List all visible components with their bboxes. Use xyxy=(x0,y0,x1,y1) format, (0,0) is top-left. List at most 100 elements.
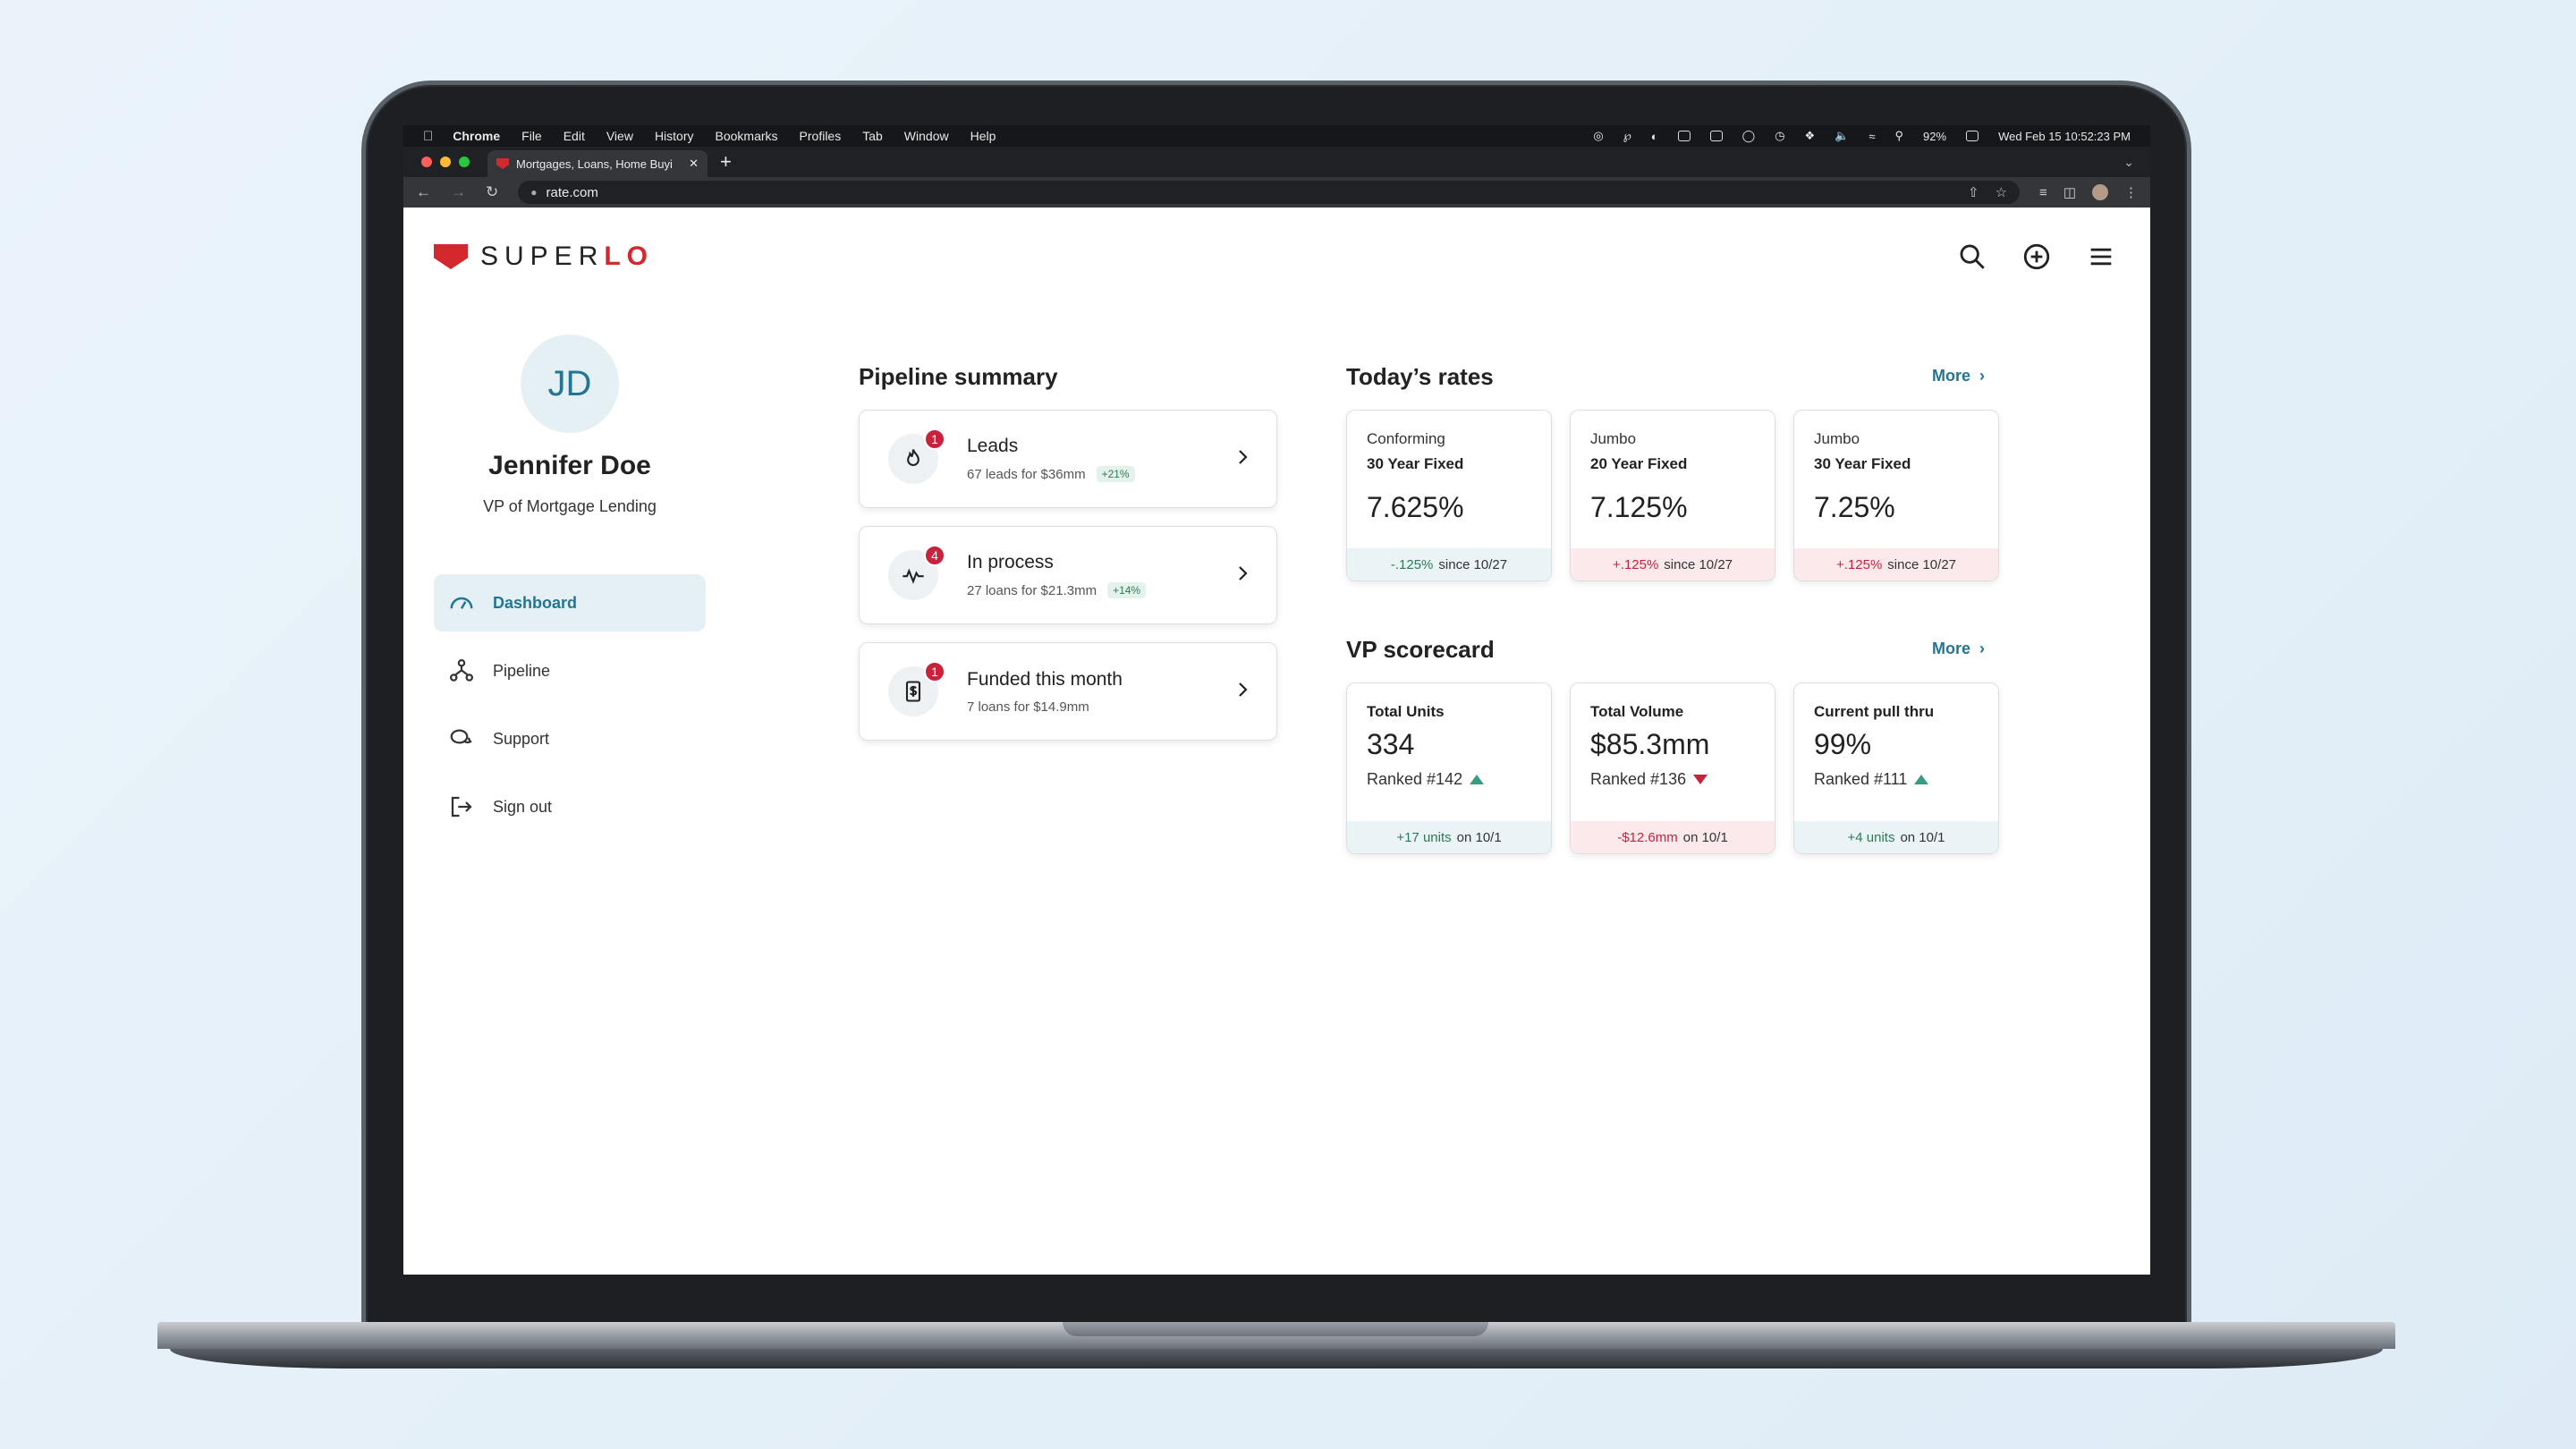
menu-app-name[interactable]: Chrome xyxy=(453,129,500,143)
chevron-right-icon xyxy=(1232,679,1253,705)
superlo-logo[interactable]: SUPERLO xyxy=(434,242,654,272)
rate-change-footer: +.125% since 10/27 xyxy=(1794,548,1998,580)
scorecard-more-link[interactable]: More › xyxy=(1932,640,1985,658)
hamburger-menu-icon[interactable] xyxy=(2086,242,2116,272)
score-card[interactable]: Current pull thru 99% Ranked #111 +4 uni… xyxy=(1793,682,1999,854)
sidebar-nav: Dashboard Pipeline Support Sign out xyxy=(434,574,706,846)
score-card[interactable]: Total Units 334 Ranked #142 +17 units on… xyxy=(1346,682,1552,854)
chat-icon xyxy=(450,729,472,744)
bookmark-star-icon[interactable]: ☆ xyxy=(1996,184,2007,200)
battery-label[interactable]: 92% xyxy=(1923,130,1946,143)
menubar-clock[interactable]: Wed Feb 15 10:52:23 PM xyxy=(1998,130,2131,143)
rate-card[interactable]: Jumbo 20 Year Fixed 7.125% +.125% since … xyxy=(1570,410,1775,581)
sidebar-item-support[interactable]: Support xyxy=(434,710,706,767)
score-value: 334 xyxy=(1367,728,1415,760)
browser-profile-avatar[interactable] xyxy=(2092,184,2108,200)
trend-up-icon xyxy=(1470,775,1485,784)
rate-card[interactable]: Conforming 30 Year Fixed 7.625% -.125% s… xyxy=(1346,410,1552,581)
pipeline-card-summary: 7 loans for $14.9mm xyxy=(967,699,1089,715)
sidebar-item-dashboard[interactable]: Dashboard xyxy=(434,574,706,631)
browser-menu-icon[interactable]: ⋮ xyxy=(2124,184,2138,200)
menu-bookmarks[interactable]: Bookmarks xyxy=(716,129,778,143)
score-on: on 10/1 xyxy=(1456,829,1502,845)
score-rank: Ranked #136 xyxy=(1590,770,1687,788)
rate-term: 30 Year Fixed xyxy=(1367,455,1464,472)
rate-category: Jumbo xyxy=(1814,430,1860,447)
sidebar-item-pipeline[interactable]: Pipeline xyxy=(434,642,706,699)
chevron-right-icon xyxy=(1232,446,1253,472)
rate-value: 7.25% xyxy=(1814,491,1895,523)
volume-icon[interactable]: 🔈 xyxy=(1835,129,1849,143)
score-value: 99% xyxy=(1814,728,1872,760)
rate-card[interactable]: Jumbo 30 Year Fixed 7.25% +.125% since 1… xyxy=(1793,410,1999,581)
tab-search-chevron-icon[interactable]: ⌄ xyxy=(2123,155,2134,170)
pulse-icon xyxy=(902,568,924,584)
address-bar[interactable]: ● rate.com ⇧ ☆ xyxy=(518,181,2021,204)
time-machine-icon[interactable]: ◷ xyxy=(1775,129,1784,143)
forward-button[interactable]: → xyxy=(451,183,466,201)
apple-icon[interactable]:  xyxy=(423,129,433,144)
menu-edit[interactable]: Edit xyxy=(564,129,585,143)
browser-tab[interactable]: Mortgages, Loans, Home Buyi ✕ xyxy=(487,150,708,177)
new-tab-button[interactable]: + xyxy=(720,150,732,174)
menu-help[interactable]: Help xyxy=(970,129,996,143)
wifi-icon[interactable]: ≈ xyxy=(1868,130,1875,143)
profile-panel: JD Jennifer Doe VP of Mortgage Lending xyxy=(434,335,706,516)
search-icon[interactable] xyxy=(1957,242,1987,272)
sidebar-item-sign-out[interactable]: Sign out xyxy=(434,778,706,835)
dropbox-icon[interactable]: ❖ xyxy=(1805,129,1816,143)
zoom-window-button[interactable] xyxy=(459,157,470,167)
rate-card-body: Conforming 30 Year Fixed 7.625% xyxy=(1347,411,1551,524)
score-change-footer: +4 units on 10/1 xyxy=(1794,821,1998,853)
sign-out-icon xyxy=(451,796,472,818)
menu-profiles[interactable]: Profiles xyxy=(800,129,842,143)
logo-text-right: LO xyxy=(604,242,655,271)
rings-icon[interactable]: ◯ xyxy=(1742,129,1756,143)
script-icon[interactable]: ℘ xyxy=(1623,129,1631,143)
menu-window[interactable]: Window xyxy=(904,129,949,143)
reload-button[interactable]: ↻ xyxy=(486,183,498,201)
rates-more-link[interactable]: More › xyxy=(1932,367,1985,386)
pipeline-card-funded[interactable]: 1 Funded this month 7 loans for $14.9mm xyxy=(859,642,1277,741)
sidebar-item-label: Pipeline xyxy=(493,661,551,680)
menu-history[interactable]: History xyxy=(655,129,694,143)
score-title: Current pull thru xyxy=(1814,703,1935,720)
score-rank-row: Ranked #136 xyxy=(1590,770,1755,789)
rate-change: +.125% xyxy=(1612,556,1659,572)
pipeline-card-sub: 7 loans for $14.9mm xyxy=(967,699,1232,715)
menu-tab[interactable]: Tab xyxy=(862,129,883,143)
control-center-icon[interactable] xyxy=(1966,131,1979,141)
sidebar-item-label: Sign out xyxy=(493,797,553,816)
score-rank: Ranked #142 xyxy=(1367,770,1463,788)
laptop-base-bottom xyxy=(170,1349,2383,1368)
side-panel-icon[interactable]: ◫ xyxy=(2063,184,2076,200)
score-card-body: Current pull thru 99% Ranked #111 xyxy=(1794,683,1998,789)
url-text[interactable]: rate.com xyxy=(547,185,598,200)
image-icon[interactable] xyxy=(1709,131,1723,141)
window-icon[interactable] xyxy=(1677,131,1690,141)
play-icon[interactable]: ◎ xyxy=(1593,129,1603,143)
half-circle-icon[interactable]: ◐ xyxy=(1651,130,1658,143)
close-tab-icon[interactable]: ✕ xyxy=(689,157,699,171)
pipeline-card-leads[interactable]: 1 Leads 67 leads for $36mm +21% xyxy=(859,410,1277,508)
pipeline-card-text: Funded this month 7 loans for $14.9mm xyxy=(967,669,1232,715)
rate-value: 7.125% xyxy=(1590,491,1688,523)
score-change: -$12.6mm xyxy=(1617,829,1678,845)
minimize-window-button[interactable] xyxy=(440,157,451,167)
pipeline-card-sub: 27 loans for $21.3mm +14% xyxy=(967,582,1232,598)
score-card-body: Total Volume $85.3mm Ranked #136 xyxy=(1571,683,1775,789)
add-circle-icon[interactable] xyxy=(2021,242,2052,272)
score-card[interactable]: Total Volume $85.3mm Ranked #136 -$12.6m… xyxy=(1570,682,1775,854)
menu-view[interactable]: View xyxy=(606,129,633,143)
pipeline-card-in-process[interactable]: 4 In process 27 loans for $21.3mm +14% xyxy=(859,526,1277,624)
close-window-button[interactable] xyxy=(421,157,432,167)
share-icon[interactable]: ⇧ xyxy=(1968,184,1979,200)
score-title: Total Volume xyxy=(1590,703,1684,720)
reading-list-icon[interactable]: ≡ xyxy=(2039,185,2047,200)
trend-up-icon xyxy=(1914,775,1929,784)
avatar[interactable]: JD xyxy=(521,335,619,433)
spotlight-icon[interactable]: ⚲ xyxy=(1895,129,1904,143)
menu-file[interactable]: File xyxy=(521,129,542,143)
back-button[interactable]: ← xyxy=(416,183,431,201)
lock-icon[interactable]: ● xyxy=(530,186,537,199)
